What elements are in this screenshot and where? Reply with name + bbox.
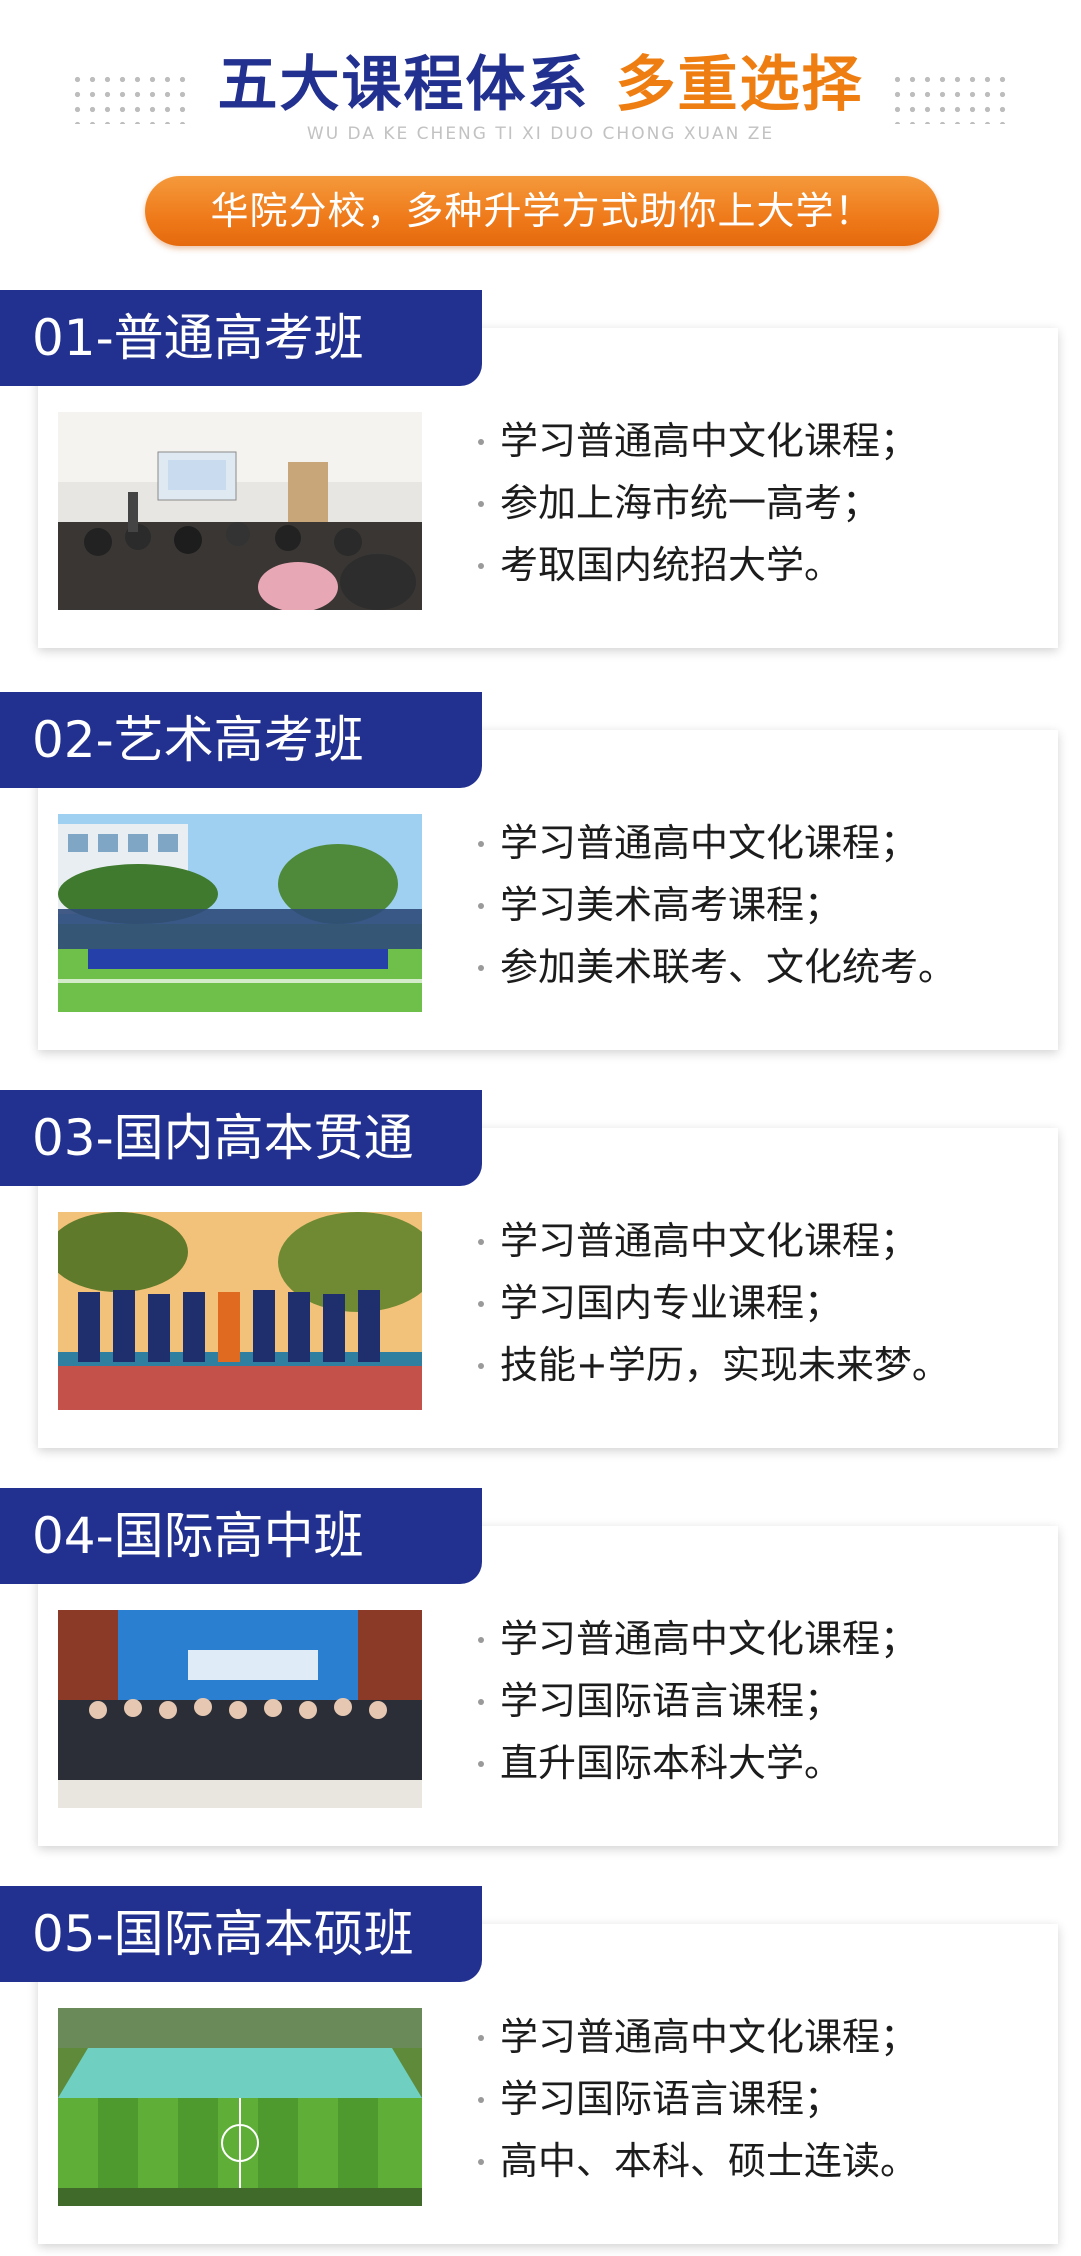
- bullet-item: 学习普通高中文化课程；: [478, 2006, 918, 2068]
- bullet-item: 参加上海市统一高考；: [478, 472, 918, 534]
- course-section-2: 02-艺术高考班 学习普通高中文化课程； 学习美术高考课程； 参加美术联考、文化…: [0, 692, 1081, 1062]
- course-tab-label: 01-普通高考班: [0, 290, 482, 386]
- bullet-item: 学习国内专业课程；: [478, 1272, 950, 1334]
- course-bullet-list: 学习普通高中文化课程； 参加上海市统一高考； 考取国内统招大学。: [478, 410, 918, 596]
- title-blue-text: 五大课程体系: [217, 50, 590, 120]
- bullet-item: 技能+学历，实现未来梦。: [478, 1334, 950, 1396]
- bullet-item: 学习普通高中文化课程；: [478, 1608, 918, 1670]
- course-section-1: 01-普通高考班 学习普通高中文化课程； 参加上海市统一高考； 考取国内统招大学…: [0, 290, 1081, 660]
- bullet-item: 直升国际本科大学。: [478, 1732, 918, 1794]
- course-tab-label: 02-艺术高考班: [0, 692, 482, 788]
- art-group-photo: [58, 814, 422, 1012]
- pinyin-subtitle: WU DA KE CHENG TI XI DUO CHONG XUAN ZE: [306, 124, 775, 144]
- course-bullet-list: 学习普通高中文化课程； 学习国际语言课程； 高中、本科、硕士连读。: [478, 2006, 918, 2192]
- sports-field-photo: [58, 2008, 422, 2206]
- course-section-5: 05-国际高本硕班 学习普通高中文化课程； 学习国际语言课程； 高中、本科、硕士…: [0, 1886, 1081, 2256]
- bullet-item: 学习普通高中文化课程；: [478, 1210, 950, 1272]
- classroom-photo: [58, 412, 422, 610]
- course-section-3: 03-国内高本贯通 学习普通高中文化课程； 学习国内专业课程； 技能+学历，实现…: [0, 1090, 1081, 1460]
- course-section-4: 04-国际高中班 学习普通高中文化课程； 学习国际语言课程； 直升国际本科大学。: [0, 1488, 1081, 1858]
- course-tab-label: 04-国际高中班: [0, 1488, 482, 1584]
- bullet-item: 学习美术高考课程；: [478, 874, 956, 936]
- bullet-item: 学习国际语言课程；: [478, 2068, 918, 2130]
- bullet-item: 考取国内统招大学。: [478, 534, 918, 596]
- page-title: 五大课程体系 多重选择: [0, 36, 1081, 123]
- bullet-item: 学习普通高中文化课程；: [478, 812, 956, 874]
- title-orange-text: 多重选择: [615, 50, 864, 120]
- bullet-item: 高中、本科、硕士连读。: [478, 2130, 918, 2192]
- bullet-item: 学习国际语言课程；: [478, 1670, 918, 1732]
- course-bullet-list: 学习普通高中文化课程； 学习美术高考课程； 参加美术联考、文化统考。: [478, 812, 956, 998]
- course-tab-label: 05-国际高本硕班: [0, 1886, 482, 1982]
- course-tab-label: 03-国内高本贯通: [0, 1090, 482, 1186]
- header: 五大课程体系 多重选择 WU DA KE CHENG TI XI DUO CHON…: [0, 0, 1081, 260]
- slogan-banner: 华院分校，多种升学方式助你上大学！: [145, 176, 939, 246]
- bullet-item: 学习普通高中文化课程；: [478, 410, 918, 472]
- basketball-team-photo: [58, 1212, 422, 1410]
- course-bullet-list: 学习普通高中文化课程； 学习国际语言课程； 直升国际本科大学。: [478, 1608, 918, 1794]
- course-bullet-list: 学习普通高中文化课程； 学习国内专业课程； 技能+学历，实现未来梦。: [478, 1210, 950, 1396]
- bullet-item: 参加美术联考、文化统考。: [478, 936, 956, 998]
- graduation-photo: [58, 1610, 422, 1808]
